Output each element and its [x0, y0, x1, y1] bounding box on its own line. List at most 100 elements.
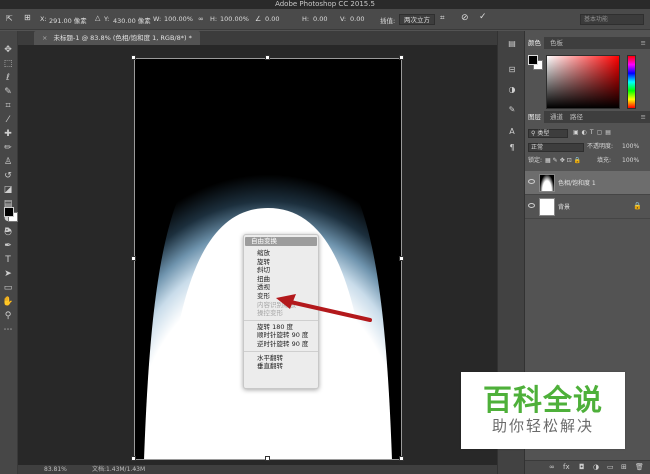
crop-tool-icon[interactable]: ⌗: [2, 101, 14, 112]
tab-paths[interactable]: 路径: [567, 111, 586, 123]
warp-mode-icon[interactable]: ⌗: [440, 13, 445, 23]
transform-handle-bottom-right[interactable]: [399, 456, 404, 461]
reference-point-icon[interactable]: ⊞: [24, 13, 31, 22]
marquee-tool-icon[interactable]: ⬚: [2, 59, 14, 70]
history-brush-tool-icon[interactable]: ↺: [2, 171, 14, 182]
watermark-subtitle: 助你轻松解决: [491, 417, 594, 435]
panel-menu-icon[interactable]: ≡: [641, 37, 646, 49]
paragraph-panel-icon[interactable]: ¶: [506, 143, 518, 153]
layer-filter-icons[interactable]: ▣◐T▢▤: [573, 127, 614, 139]
adjustments-panel-icon[interactable]: ◑: [506, 85, 518, 95]
context-menu-item[interactable]: 水平翻转: [244, 354, 318, 363]
healing-brush-tool-icon[interactable]: ✚: [2, 129, 14, 140]
visibility-eye-icon[interactable]: [528, 203, 535, 208]
delta-icon[interactable]: △: [95, 14, 100, 22]
x-field[interactable]: 291.00 像素: [49, 15, 87, 25]
clone-stamp-tool-icon[interactable]: ♙: [2, 157, 14, 168]
layers-panel-tabs: 图层 通道 路径 ≡: [525, 111, 650, 123]
transform-handle-top[interactable]: [265, 55, 270, 60]
status-menu-icon[interactable]: ›: [134, 465, 136, 474]
layers-footer: ∞ fx ◘ ◑ ▭ ⊞ 🗑: [525, 460, 650, 474]
delete-layer-icon[interactable]: 🗑: [635, 463, 644, 471]
fill-value[interactable]: 100%: [622, 155, 639, 167]
angle-field[interactable]: 0.00: [265, 15, 279, 23]
context-menu-item[interactable]: 逆时针旋转 90 度: [244, 340, 318, 349]
new-group-icon[interactable]: ▭: [607, 463, 614, 471]
more-tools-icon[interactable]: ⋯: [2, 325, 14, 336]
layer-thumbnail: [539, 174, 555, 192]
move-tool-icon[interactable]: ⇱: [6, 14, 13, 23]
brush-settings-icon[interactable]: ✎: [506, 105, 518, 115]
color-panel-foreground[interactable]: [528, 55, 538, 65]
interpolation-select[interactable]: 两次立方: [399, 14, 435, 25]
lock-icons[interactable]: ▦✎✥⊡🔒: [545, 155, 583, 167]
hskew-field[interactable]: 0.00: [313, 15, 327, 23]
vskew-field[interactable]: 0.00: [350, 15, 364, 23]
transform-handle-right[interactable]: [399, 256, 404, 261]
eyedropper-tool-icon[interactable]: ⁄: [2, 115, 14, 126]
adjustment-layer-icon[interactable]: ◑: [593, 463, 599, 471]
close-tab-icon[interactable]: ×: [42, 34, 47, 42]
color-picker-field[interactable]: [546, 55, 620, 109]
h-field[interactable]: 100.00%: [220, 15, 249, 23]
transform-handle-bottom-left[interactable]: [131, 456, 136, 461]
eraser-tool-icon[interactable]: ◪: [2, 185, 14, 196]
context-menu-header[interactable]: 自由变换: [245, 237, 317, 246]
context-menu-item[interactable]: 斜切: [244, 266, 318, 275]
tab-swatches[interactable]: 色板: [547, 37, 566, 49]
context-menu-item[interactable]: 缩放: [244, 249, 318, 258]
lasso-tool-icon[interactable]: ℓ: [2, 73, 14, 84]
path-select-tool-icon[interactable]: ➤: [2, 269, 14, 280]
transform-handle-left[interactable]: [131, 256, 136, 261]
tab-channels[interactable]: 通道: [547, 111, 566, 123]
link-icon[interactable]: ∞: [198, 15, 204, 23]
transform-handle-bottom[interactable]: [265, 456, 270, 461]
character-panel-icon[interactable]: A: [506, 127, 518, 137]
context-menu-item[interactable]: 顺时针旋转 90 度: [244, 331, 318, 340]
add-mask-icon[interactable]: ◘: [579, 463, 585, 471]
hue-slider[interactable]: [627, 55, 636, 109]
new-layer-icon[interactable]: ⊞: [621, 463, 627, 471]
quick-mask-icon[interactable]: ◘: [1, 225, 13, 236]
fill-label: 填充:: [597, 157, 612, 164]
layer-kind-select[interactable]: ⚲ 类型: [528, 129, 568, 138]
cancel-transform-icon[interactable]: ⊘: [461, 13, 469, 23]
layer-row[interactable]: 色相/饱和度 1: [525, 171, 650, 195]
layer-row[interactable]: 背景 🔒: [525, 195, 650, 219]
tab-layers[interactable]: 图层: [525, 111, 544, 123]
context-menu-item[interactable]: 透视: [244, 283, 318, 292]
layers-panel-menu-icon[interactable]: ≡: [641, 111, 646, 123]
y-field[interactable]: 430.00 像素: [113, 15, 151, 25]
workspace-search[interactable]: 基本功能: [580, 14, 644, 25]
transform-handle-top-left[interactable]: [131, 55, 136, 60]
blend-mode-select[interactable]: 正常: [528, 143, 584, 152]
interp-label: 插值:: [380, 17, 396, 25]
fx-icon[interactable]: fx: [563, 463, 570, 471]
hskew-label: H:: [302, 15, 310, 23]
brush-tool-icon[interactable]: ✏: [2, 143, 14, 154]
properties-panel-icon[interactable]: ⊟: [506, 65, 518, 75]
foreground-color-swatch[interactable]: [4, 207, 14, 217]
history-panel-icon[interactable]: ▤: [506, 39, 518, 49]
document-tab[interactable]: × 未标题-1 @ 83.8% (色相/饱和度 1, RGB/8*) *: [34, 31, 200, 45]
context-menu-item[interactable]: 旋转: [244, 258, 318, 267]
options-bar: ⇱ ⊞ X: 291.00 像素 △ Y: 430.00 像素 W: 100.0…: [0, 9, 650, 30]
type-tool-icon[interactable]: T: [2, 255, 14, 266]
hand-tool-icon[interactable]: ✋: [2, 297, 14, 308]
link-layers-icon[interactable]: ∞: [549, 463, 555, 471]
zoom-level[interactable]: 83.81%: [44, 465, 67, 474]
opacity-value[interactable]: 100%: [622, 141, 639, 153]
pen-tool-icon[interactable]: ✒: [2, 241, 14, 252]
zoom-tool-icon[interactable]: ⚲: [2, 311, 14, 322]
lock-icon: 🔒: [633, 202, 642, 210]
tab-color[interactable]: 颜色: [525, 37, 544, 49]
w-field[interactable]: 100.00%: [164, 15, 193, 23]
context-menu-item[interactable]: 扭曲: [244, 275, 318, 284]
shape-tool-icon[interactable]: ▭: [2, 283, 14, 294]
quick-select-tool-icon[interactable]: ✎: [2, 87, 14, 98]
move-tool-icon[interactable]: ✥: [2, 45, 14, 56]
transform-handle-top-right[interactable]: [399, 55, 404, 60]
commit-transform-icon[interactable]: ✓: [479, 12, 487, 22]
context-menu-item[interactable]: 垂直翻转: [244, 362, 318, 371]
visibility-eye-icon[interactable]: [528, 179, 535, 184]
